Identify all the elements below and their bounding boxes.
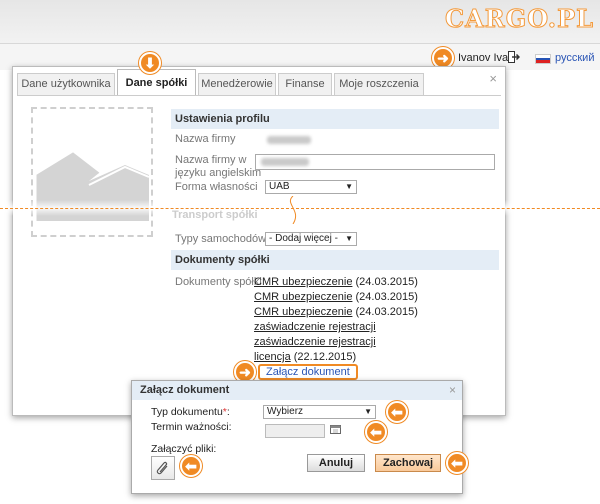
document-type-label: Typ dokumentu*: — [151, 406, 230, 418]
validity-label: Termin ważności: — [151, 421, 232, 433]
logo[interactable]: CARGO.PL — [445, 4, 594, 34]
validity-date-input[interactable] — [265, 424, 325, 438]
attach-document-dialog: Załącz dokument × Typ dokumentu*: Wybier… — [131, 380, 463, 494]
paperclip-icon — [156, 461, 168, 475]
company-name-label: Nazwa firmy — [175, 133, 236, 145]
ownership-select[interactable]: UAB ▼ — [265, 180, 357, 194]
documents-label: Dokumenty spółki — [175, 276, 262, 288]
tab-user-data[interactable]: Dane użytkownika — [17, 73, 115, 95]
document-name[interactable]: CMR ubezpieczenie — [254, 306, 352, 318]
vehicle-types-label: Typy samochodów — [175, 233, 267, 245]
cut-squiggle — [289, 196, 297, 224]
chevron-down-icon: ▼ — [345, 182, 353, 191]
document-link[interactable]: zaświadczenie rejestracji — [254, 321, 376, 333]
document-link[interactable]: CMR ubezpieczenie (24.03.2015) — [254, 306, 418, 318]
tab-finance[interactable]: Finanse — [278, 73, 332, 95]
language-link[interactable]: русский — [555, 52, 594, 64]
attach-document-link[interactable]: Załącz dokument — [258, 364, 358, 380]
company-name-value — [267, 135, 311, 147]
close-icon[interactable]: × — [449, 383, 456, 397]
document-name[interactable]: zaświadczenie rejestracji — [254, 321, 376, 333]
company-name-en-input[interactable] — [255, 154, 495, 170]
tab-claims[interactable]: Moje roszczenia — [334, 73, 424, 95]
document-name[interactable]: licencja — [254, 351, 291, 363]
company-photo-placeholder[interactable] — [31, 107, 153, 237]
vehicle-types-value: - Dodaj więcej - — [269, 233, 338, 244]
arrow-left-icon: ⬅ — [365, 421, 387, 443]
tab-divider — [17, 95, 501, 96]
save-button[interactable]: Zachowaj — [375, 454, 441, 472]
arrow-down-icon: ⬇ — [139, 52, 161, 74]
chevron-down-icon: ▼ — [345, 234, 353, 243]
ownership-value: UAB — [269, 181, 290, 192]
user-name[interactable]: Ivanov Ivan — [458, 52, 514, 64]
ownership-label: Forma własności — [175, 181, 258, 193]
document-link[interactable]: zaświadczenie rejestracji — [254, 336, 376, 348]
document-date: (24.03.2015) — [355, 291, 418, 303]
document-type-value: Wybierz — [267, 406, 304, 417]
profile-section-header: Ustawienia profilu — [171, 109, 499, 129]
arrow-left-icon: ⬅ — [180, 455, 202, 477]
document-link[interactable]: licencja (22.12.2015) — [254, 351, 356, 363]
attach-files-label: Załączyć pliki: — [151, 443, 217, 455]
document-date: (22.12.2015) — [293, 351, 357, 363]
documents-section-header: Dokumenty spółki — [171, 250, 499, 270]
arrow-left-icon: ⬅ — [386, 401, 408, 423]
document-type-label-text: Typ dokumentu — [151, 406, 223, 418]
document-link[interactable]: CMR ubezpieczenie (24.03.2015) — [254, 276, 418, 288]
document-type-select[interactable]: Wybierz ▼ — [263, 405, 376, 419]
russian-flag-icon[interactable] — [535, 54, 551, 64]
document-name[interactable]: CMR ubezpieczenie — [254, 276, 352, 288]
document-link[interactable]: CMR ubezpieczenie (24.03.2015) — [254, 291, 418, 303]
close-icon[interactable]: × — [489, 71, 497, 86]
image-placeholder-icon — [36, 152, 150, 221]
vehicle-types-select[interactable]: - Dodaj więcej - ▼ — [265, 232, 357, 246]
cancel-button[interactable]: Anuluj — [307, 454, 365, 472]
tab-company-data[interactable]: Dane spółki — [117, 69, 196, 96]
label-colon: : — [226, 406, 230, 418]
top-bar: CARGO.PL — [0, 0, 600, 44]
document-name[interactable]: CMR ubezpieczenie — [254, 291, 352, 303]
logout-icon[interactable] — [508, 51, 520, 63]
document-date: (24.03.2015) — [355, 276, 418, 288]
arrow-left-icon: ⬅ — [446, 452, 468, 474]
chevron-down-icon: ▼ — [364, 407, 372, 416]
document-name[interactable]: zaświadczenie rejestracji — [254, 336, 376, 348]
transport-section-header: Transport spółki — [172, 209, 258, 221]
attach-dialog-title: Załącz dokument — [132, 381, 462, 400]
tab-managers[interactable]: Menedżerowie — [198, 73, 276, 95]
attach-file-button[interactable] — [151, 456, 175, 480]
company-name-en-label: Nazwa firmy w języku angielskim — [175, 154, 262, 179]
calendar-icon[interactable] — [330, 424, 341, 434]
document-date: (24.03.2015) — [355, 306, 418, 318]
